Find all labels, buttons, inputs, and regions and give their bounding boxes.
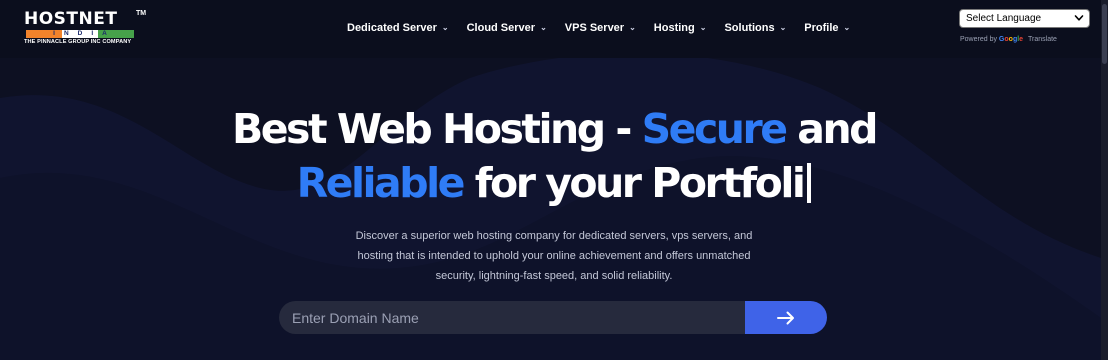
logo-wordmark: HOSTNET: [24, 9, 118, 29]
hero-title-text: for your Portfoli: [462, 159, 806, 207]
hero-title-text: and: [785, 105, 878, 153]
nav-item-cloud-server[interactable]: Cloud Server ⌄: [467, 22, 547, 34]
logo-flag-text: INDIA: [53, 30, 116, 37]
logo-subtitle: THE PINNACLE GROUP INC COMPANY: [24, 39, 132, 45]
domain-search-input[interactable]: [279, 301, 745, 334]
chevron-down-icon: ⌄: [779, 22, 787, 32]
translate-link[interactable]: Translate: [1028, 36, 1057, 43]
scrollbar-thumb[interactable]: [1102, 4, 1107, 64]
chevron-down-icon: [1074, 15, 1084, 21]
language-select[interactable]: Select Language: [959, 9, 1090, 28]
google-translate-credit: Powered by Google Translate: [960, 36, 1057, 43]
chevron-down-icon: ⌄: [629, 22, 636, 32]
hero-description: Discover a superior web hosting company …: [355, 230, 753, 282]
powered-by-label: Powered by: [960, 36, 997, 43]
chevron-down-icon: ⌄: [843, 22, 851, 32]
hostnet-logo[interactable]: HOSTNET TM INDIA THE PINNACLE GROUP INC …: [24, 10, 146, 48]
chevron-down-icon: ⌄: [441, 22, 449, 32]
nav-item-label: Cloud Server: [466, 22, 536, 34]
site-header: HOSTNET TM INDIA THE PINNACLE GROUP INC …: [0, 0, 1108, 58]
nav-item-label: Hosting: [653, 22, 695, 34]
logo-trademark: TM: [136, 10, 147, 17]
nav-item-label: Solutions: [724, 22, 775, 34]
language-select-value: Select Language: [966, 13, 1042, 24]
main-nav: Dedicated Server ⌄ Cloud Server ⌄ VPS Se…: [347, 22, 868, 34]
chevron-down-icon: ⌄: [699, 22, 707, 32]
nav-item-dedicated-server[interactable]: Dedicated Server ⌄: [347, 22, 449, 34]
hero-title-accent: Secure: [641, 105, 788, 153]
hero-title-accent: Reliable: [296, 159, 466, 207]
typing-cursor: [807, 163, 812, 203]
nav-item-label: Profile: [804, 22, 839, 34]
nav-item-solutions[interactable]: Solutions ⌄: [724, 22, 786, 34]
chevron-down-icon: ⌄: [540, 22, 547, 32]
nav-item-hosting[interactable]: Hosting ⌄: [654, 22, 707, 34]
hero-title: Best Web Hosting - Secure and Reliable f…: [0, 102, 1108, 210]
domain-search: [279, 301, 827, 334]
nav-item-profile[interactable]: Profile ⌄: [804, 22, 850, 34]
nav-item-label: VPS Server: [564, 22, 625, 34]
hero-title-text: Best Web Hosting -: [231, 105, 642, 153]
nav-item-label: Dedicated Server: [347, 22, 437, 34]
arrow-right-icon: [777, 311, 794, 324]
nav-item-vps-server[interactable]: VPS Server ⌄: [565, 22, 636, 34]
google-logo[interactable]: Google: [999, 36, 1023, 43]
domain-search-button[interactable]: [745, 301, 827, 334]
